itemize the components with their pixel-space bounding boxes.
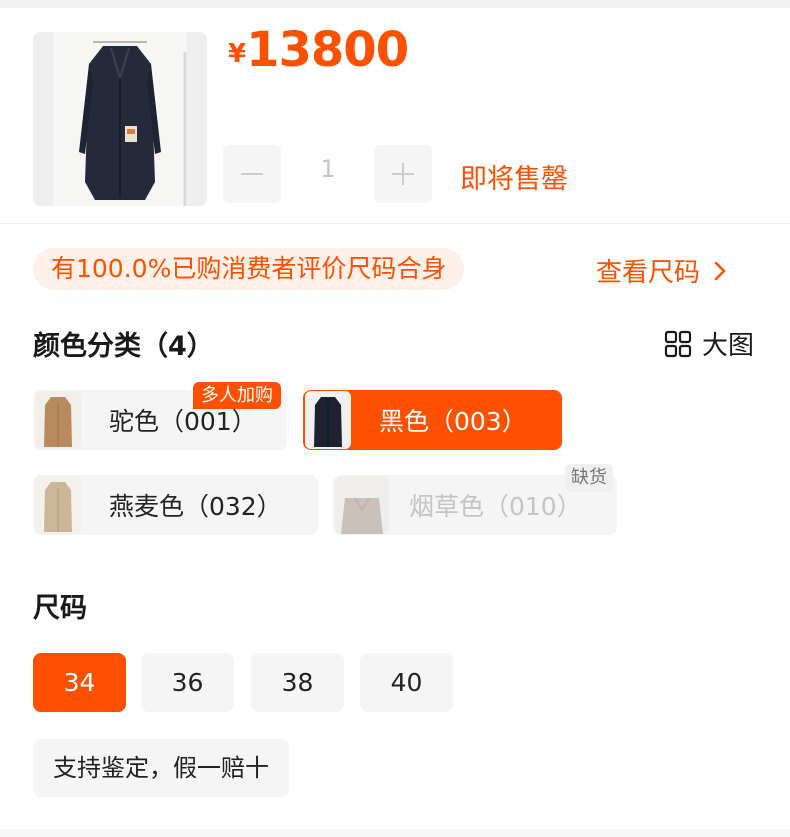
price: ¥13800 — [228, 22, 409, 78]
color-section-title: 颜色分类（4） — [33, 331, 214, 362]
color-option-label: 烟草色（010） — [409, 492, 582, 521]
size-option-40[interactable]: 40 — [360, 653, 453, 712]
big-view-label: 大图 — [702, 331, 755, 361]
color-option-label: 燕麦色（032） — [109, 492, 282, 521]
chevron-right-icon — [714, 261, 726, 280]
color-swatch-image — [335, 476, 389, 534]
grid-icon — [664, 330, 692, 357]
size-fit-banner: 有100.0%已购消费者评价尺码合身 — [33, 248, 465, 290]
quantity-value[interactable]: 1 — [282, 155, 374, 183]
popular-badge: 多人加购 — [193, 382, 281, 409]
out-of-stock-badge: 缺货 — [565, 464, 613, 492]
stock-status: 即将售罄 — [460, 164, 568, 195]
minus-icon — [241, 173, 263, 175]
quantity-decrease-button[interactable] — [223, 145, 281, 203]
color-swatch-image — [305, 391, 351, 449]
size-option-34[interactable]: 34 — [33, 653, 126, 712]
size-section-title: 尺码 — [33, 593, 87, 624]
bottom-divider — [0, 829, 790, 837]
price-value: 13800 — [246, 22, 409, 78]
product-image[interactable] — [33, 32, 207, 206]
size-option-36[interactable]: 36 — [141, 653, 234, 712]
color-option-black[interactable]: 黑色（003） — [303, 390, 562, 450]
size-guide-link[interactable]: 查看尺码 — [596, 252, 726, 289]
plus-icon — [392, 163, 414, 185]
size-option-38[interactable]: 38 — [251, 653, 344, 712]
section-divider — [0, 223, 790, 224]
size-guide-label: 查看尺码 — [596, 258, 701, 288]
currency-symbol: ¥ — [228, 39, 247, 69]
color-option-label: 黑色（003） — [379, 407, 527, 436]
color-swatch-image — [35, 391, 81, 449]
quantity-increase-button[interactable] — [374, 145, 432, 203]
authenticity-guarantee-tag[interactable]: 支持鉴定，假一赔十 — [33, 739, 289, 797]
big-view-toggle[interactable]: 大图 — [664, 325, 754, 362]
top-divider — [0, 0, 790, 8]
color-option-oat[interactable]: 燕麦色（032） — [33, 475, 318, 535]
color-swatch-image — [35, 476, 81, 534]
